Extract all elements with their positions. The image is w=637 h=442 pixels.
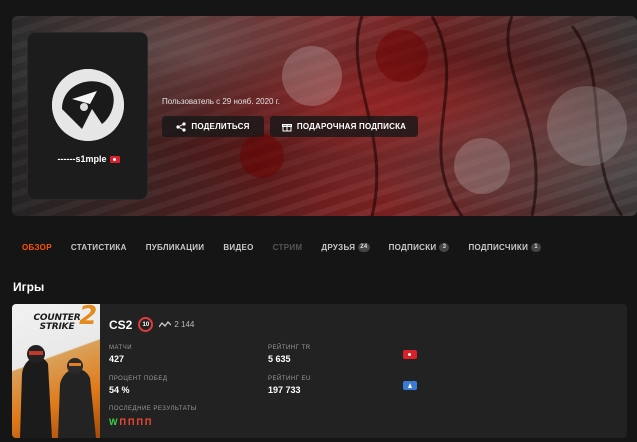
rating-eu-label: РЕЙТИНГ EU <box>268 376 311 382</box>
profile-card: ------s1mple <box>27 32 148 200</box>
friends-count-badge: 24 <box>358 242 370 252</box>
rating-tr-value: 5 635 <box>268 354 291 364</box>
winrate-value: 54 % <box>109 385 130 395</box>
share-button-label: ПОДЕЛИТЬСЯ <box>191 122 250 131</box>
tab-label: ПОДПИСКИ <box>388 242 437 252</box>
tab-label: СТАТИСТИКА <box>70 242 127 252</box>
winrate-label: ПРОЦЕНТ ПОБЕД <box>109 376 168 382</box>
member-since-text: Пользователь с 29 нояб. 2020 г. <box>162 97 280 106</box>
subscribers-count-badge: 1 <box>531 242 542 252</box>
game-header: CS2 10 2 144 <box>109 317 194 332</box>
share-icon <box>176 121 186 132</box>
skill-level-badge: 10 <box>138 317 154 332</box>
result-item: П <box>144 417 152 427</box>
tab-publications[interactable]: ПУБЛИКАЦИИ <box>146 243 205 252</box>
turkey-region-icon <box>403 350 417 359</box>
result-item: W <box>109 417 118 427</box>
tab-stream: СТРИМ <box>273 243 303 252</box>
tab-label: ВИДЕО <box>223 242 254 252</box>
nickname: ------s1mple <box>28 154 149 164</box>
elo-display: 2 144 <box>159 320 194 329</box>
matches-value: 427 <box>109 354 125 364</box>
tab-subscriptions[interactable]: ПОДПИСКИ 3 <box>388 242 450 252</box>
profile-tabs: ОБЗОР СТАТИСТИКА ПУБЛИКАЦИИ ВИДЕО СТРИМ … <box>22 240 560 254</box>
share-button[interactable]: ПОДЕЛИТЬСЯ <box>162 116 264 137</box>
tab-label: ДРУЗЬЯ <box>321 242 356 252</box>
game-name: CS2 <box>109 317 133 332</box>
avatar[interactable] <box>52 69 124 141</box>
rating-tr-label: РЕЙТИНГ TR <box>268 345 311 351</box>
elo-value: 2 144 <box>174 320 195 329</box>
tab-subscribers[interactable]: ПОДПИСЧИКИ 1 <box>468 242 542 252</box>
games-section-title: Игры <box>13 280 45 294</box>
rating-eu-value: 197 733 <box>268 385 301 395</box>
tab-video[interactable]: ВИДЕО <box>223 243 253 252</box>
gift-icon <box>281 123 292 131</box>
result-item: П <box>127 417 135 427</box>
gift-button-label: ПОДАРОЧНАЯ ПОДПИСКА <box>296 122 407 131</box>
tab-overview[interactable]: ОБЗОР <box>22 243 52 252</box>
recent-results: W П П П П <box>109 417 151 427</box>
tab-label: ПУБЛИКАЦИИ <box>145 242 205 252</box>
subscriptions-count-badge: 3 <box>439 242 450 252</box>
tab-statistics[interactable]: СТАТИСТИКА <box>71 243 127 252</box>
tab-label: СТРИМ <box>272 242 303 252</box>
tab-friends[interactable]: ДРУЗЬЯ 24 <box>321 242 370 252</box>
tab-label: ПОДПИСЧИКИ <box>468 242 529 252</box>
nickname-text: ------s1mple <box>57 154 107 164</box>
europe-region-icon <box>403 381 417 390</box>
game-cover: COUNTER STRIKE 2 <box>12 304 100 438</box>
result-item: П <box>119 417 126 427</box>
game-card-cs2[interactable]: COUNTER STRIKE 2 CS2 10 2 144 МАТЧИ 427 … <box>12 304 627 438</box>
tab-label: ОБЗОР <box>22 242 52 252</box>
turkey-flag-icon <box>109 156 120 164</box>
cover-soldiers-art <box>20 345 96 438</box>
avatar-image <box>52 69 124 141</box>
elo-graph-icon <box>159 320 172 327</box>
recent-results-label: ПОСЛЕДНИЕ РЕЗУЛЬТАТЫ <box>109 406 197 412</box>
result-item: П <box>136 417 143 427</box>
gift-subscription-button[interactable]: ПОДАРОЧНАЯ ПОДПИСКА <box>270 116 418 137</box>
matches-label: МАТЧИ <box>109 345 133 351</box>
